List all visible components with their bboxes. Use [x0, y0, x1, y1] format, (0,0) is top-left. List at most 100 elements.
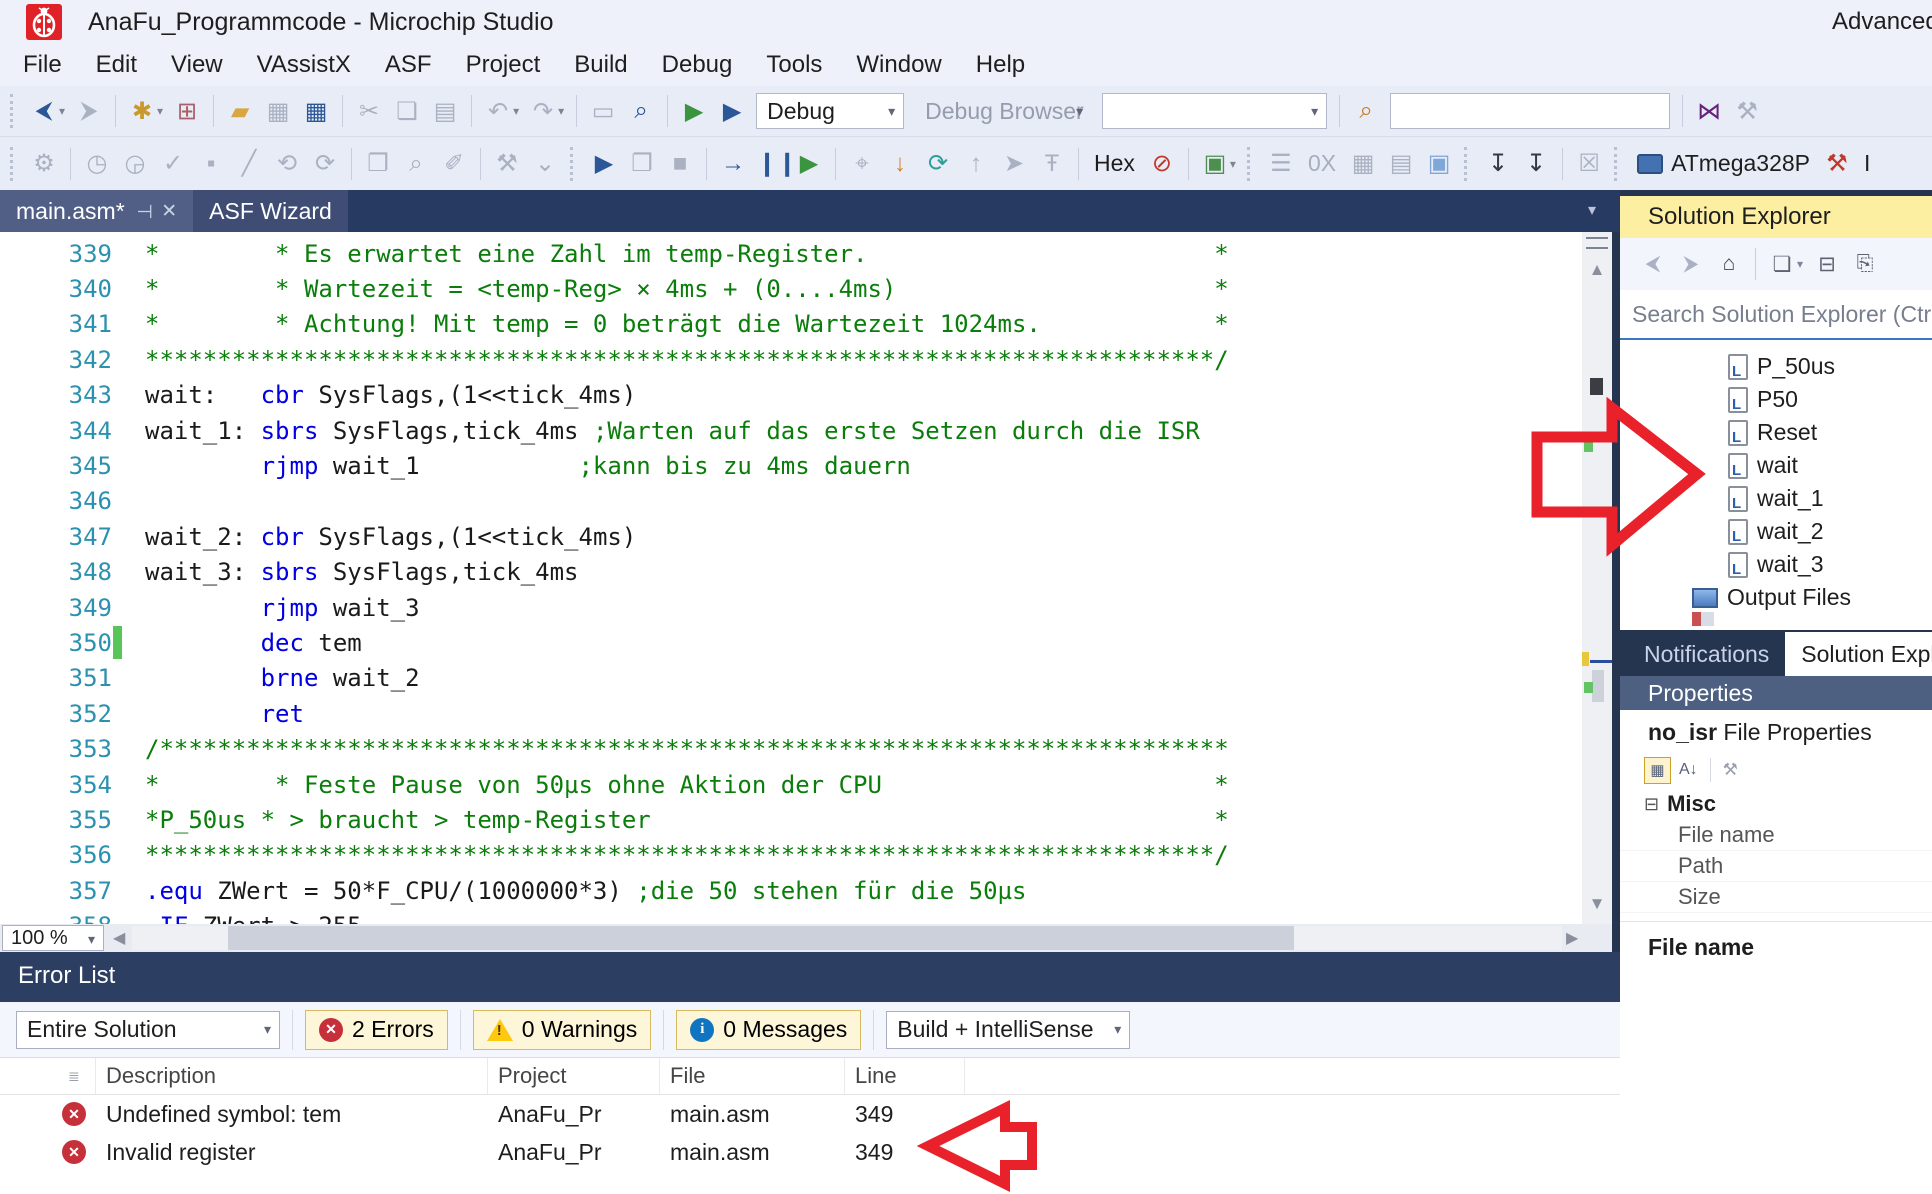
break-all-icon[interactable]: ❙❙	[752, 144, 790, 184]
navigate-forward-icon[interactable]: ⮞	[70, 91, 108, 131]
back-icon[interactable]: ⮜	[1634, 244, 1672, 284]
toolbar-grip[interactable]	[1614, 147, 1623, 181]
code-line[interactable]: 349 rjmp wait_3	[0, 590, 1582, 625]
scroll-up-icon[interactable]: ▲	[1582, 260, 1612, 280]
tool-tab-notifications[interactable]: Notifications	[1628, 632, 1785, 676]
disable-breakpoints-icon[interactable]: ⊘	[1143, 144, 1181, 184]
toggle-breakpoint-icon[interactable]: Ŧ	[1033, 144, 1071, 184]
history-icon[interactable]: ◶	[116, 144, 154, 184]
stack-monitor-icon[interactable]: ↧	[1517, 144, 1555, 184]
toolbar-grip[interactable]	[10, 94, 19, 128]
collapse-icon[interactable]	[1644, 794, 1659, 815]
run-to-cursor-icon[interactable]: ⌖	[843, 144, 881, 184]
toolbar-overflow-icon[interactable]: ⌄	[526, 144, 564, 184]
scroll-down-icon[interactable]: ▼	[1582, 894, 1612, 914]
toolbar-grip[interactable]	[1464, 147, 1473, 181]
properties-category-misc[interactable]: Misc	[1620, 788, 1932, 820]
categorized-icon[interactable]	[1644, 757, 1671, 784]
code-line[interactable]: 355*P_50us * > braucht > temp-Register *	[0, 802, 1582, 837]
scroll-left-icon[interactable]: ◀	[113, 928, 125, 948]
step-over-icon[interactable]: →	[714, 144, 752, 184]
interface-label[interactable]: I	[1864, 150, 1870, 177]
description-column-header[interactable]: Description	[96, 1058, 488, 1094]
scope-filter-dropdown[interactable]: Entire Solution	[16, 1011, 280, 1049]
collapse-all-icon[interactable]: ⊟	[1808, 244, 1846, 284]
menu-edit[interactable]: Edit	[79, 45, 154, 85]
menu-tools[interactable]: Tools	[749, 45, 839, 85]
code-line[interactable]: 348wait_3: sbrs SysFlags,tick_4ms	[0, 555, 1582, 590]
code-line[interactable]: 339* * Es erwartet eine Zahl im temp-Reg…	[0, 236, 1582, 271]
editor-zoom-dropdown[interactable]: 100 %	[2, 925, 104, 951]
stack-usage-icon[interactable]: ↧	[1479, 144, 1517, 184]
menu-window[interactable]: Window	[839, 45, 958, 85]
messages-filter-button[interactable]: 0 Messages	[676, 1010, 861, 1050]
scroll-right-icon[interactable]: ▶	[1566, 928, 1578, 948]
save-all-icon[interactable]: ▦	[297, 91, 335, 131]
edit-icon[interactable]: ✐	[435, 144, 473, 184]
errors-filter-button[interactable]: 2 Errors	[305, 1010, 448, 1050]
splitter-handle-icon[interactable]	[1586, 237, 1608, 249]
solution-configuration-dropdown[interactable]: Debug	[756, 93, 904, 129]
property-pages-icon[interactable]	[1723, 760, 1738, 780]
toolbar-grip[interactable]	[1247, 147, 1256, 181]
hex-display-toggle[interactable]: Hex	[1094, 150, 1135, 177]
code-line[interactable]: 350 dec tem	[0, 625, 1582, 660]
property-row-size[interactable]: Size	[1620, 882, 1932, 913]
redo-icon[interactable]: ↷▾	[524, 91, 569, 131]
tab-main-asm[interactable]: main.asm*	[0, 190, 193, 232]
severity-column-header[interactable]	[0, 1058, 96, 1094]
show-next-statement-icon[interactable]: ➤	[995, 144, 1033, 184]
home-icon[interactable]: ⌂	[1710, 244, 1748, 284]
warnings-filter-button[interactable]: 0 Warnings	[473, 1010, 651, 1050]
start-without-debugging-icon[interactable]: ▶	[675, 91, 713, 131]
advanced-mode-label[interactable]: Advanced Mode	[1832, 8, 1932, 36]
menu-view[interactable]: View	[154, 45, 240, 85]
cut-icon[interactable]: ✂	[350, 91, 388, 131]
property-row-path[interactable]: Path	[1620, 851, 1932, 882]
code-line[interactable]: 343wait: cbr SysFlags,(1<<tick_4ms)	[0, 378, 1582, 413]
visual-studio-icon[interactable]: ⋈	[1690, 91, 1728, 131]
navigate-back-icon[interactable]: ⮜▾	[25, 91, 70, 131]
tree-item-wait_1[interactable]: wait_1	[1620, 482, 1932, 515]
solution-explorer-title[interactable]: Solution Explorer	[1620, 196, 1932, 238]
step-out-icon[interactable]: ↑	[957, 144, 995, 184]
code-line[interactable]: 341* * Achtung! Mit temp = 0 beträgt die…	[0, 307, 1582, 342]
new-file-icon[interactable]: ❏▾	[1763, 244, 1808, 284]
profiling-icon[interactable]: ☒	[1570, 144, 1608, 184]
save-icon[interactable]: ▦	[259, 91, 297, 131]
copy-icon[interactable]: ❏	[388, 91, 426, 131]
tree-item-p_50us[interactable]: P_50us	[1620, 350, 1932, 383]
line-column-header[interactable]: Line	[845, 1058, 965, 1094]
project-column-header[interactable]: Project	[488, 1058, 660, 1094]
properties-icon[interactable]: ⎘	[1846, 244, 1884, 284]
tree-item-output-files[interactable]: Output Files	[1620, 581, 1932, 614]
memory-view-icon[interactable]: ▣▾	[1196, 144, 1241, 184]
file-column-header[interactable]: File	[660, 1058, 845, 1094]
new-project-icon[interactable]: ✱▾	[123, 91, 168, 131]
solution-explorer-search-input[interactable]: Search Solution Explorer (Ctrl+ß)	[1620, 290, 1932, 338]
code-line[interactable]: 340* * Wartezeit = <temp-Reg> × 4ms + (0…	[0, 271, 1582, 306]
code-line[interactable]: 354* * Feste Pause von 50µs ohne Aktion …	[0, 767, 1582, 802]
editor-horizontal-scrollbar[interactable]	[132, 926, 1562, 950]
step-into-icon[interactable]: ↓	[881, 144, 919, 184]
paste-icon[interactable]: ▤	[426, 91, 464, 131]
editor-vertical-scrollbar[interactable]: ▲ ▼	[1582, 232, 1612, 924]
add-new-item-icon[interactable]: ⊞	[168, 91, 206, 131]
code-line[interactable]: 345 rjmp wait_1 ;kann bis zu 4ms dauern	[0, 448, 1582, 483]
open-file-icon[interactable]: ▰	[221, 91, 259, 131]
source-filter-dropdown[interactable]: Build + IntelliSense	[886, 1011, 1130, 1049]
quick-launch-icon[interactable]: ⌕	[1347, 91, 1385, 131]
find-symbol-icon[interactable]: ⌕	[397, 144, 435, 184]
undo-icon[interactable]: ↶▾	[479, 91, 524, 131]
run-icon[interactable]: ▶	[790, 144, 828, 184]
continue-debug-icon[interactable]: ▶	[585, 144, 623, 184]
apply-icon[interactable]: ✓	[154, 144, 192, 184]
code-line[interactable]: 352 ret	[0, 696, 1582, 731]
device-programming-icon[interactable]: ⚒	[1818, 144, 1856, 184]
code-line[interactable]: 353/************************************…	[0, 731, 1582, 766]
navigate-document-icon[interactable]: ▭	[584, 91, 622, 131]
find-in-files-icon[interactable]: ⌕	[622, 91, 660, 131]
tree-item-wait_2[interactable]: wait_2	[1620, 515, 1932, 548]
build-solution-icon[interactable]: ⚒	[488, 144, 526, 184]
stop-debugging-icon[interactable]: ■	[661, 144, 699, 184]
